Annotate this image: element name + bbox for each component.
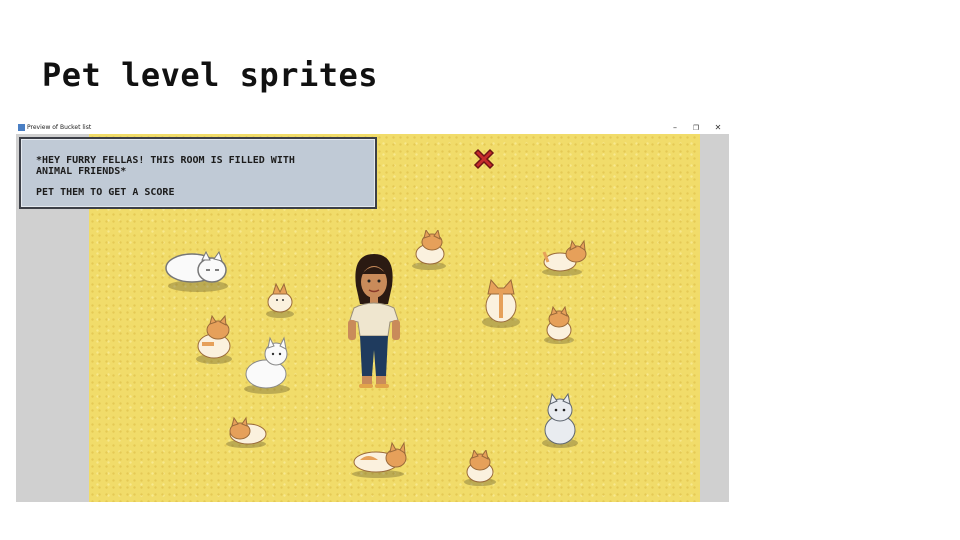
sprite-gray-dog-sitting[interactable] (538, 392, 582, 450)
dialog-line-3: PET THEM TO GET A SCORE (36, 187, 175, 198)
window-close-button[interactable]: ✕ (711, 122, 725, 134)
sprite-orange-cat-standing[interactable] (408, 230, 450, 272)
sprite-orange-cat-loaf[interactable] (222, 414, 270, 450)
maximize-button[interactable]: ❐ (689, 122, 703, 134)
sprite-orange-cat-back[interactable] (478, 274, 524, 330)
sprite-orange-cat-sitting[interactable] (262, 278, 298, 320)
dialog-box: *HEY FURRY FELLAS! THIS ROOM IS FILLED W… (19, 137, 377, 209)
slide-title: Pet level sprites (42, 56, 379, 94)
app-icon (18, 124, 25, 131)
sprite-orange-cat-small[interactable] (538, 238, 590, 278)
sprite-orange-cat-licking[interactable] (190, 314, 238, 366)
sprite-white-cat-lying[interactable] (162, 244, 234, 294)
dialog-line-1: *HEY FURRY FELLAS! THIS ROOM IS FILLED W… (36, 155, 295, 166)
minimize-button[interactable]: – (668, 122, 682, 134)
dialog-line-2: ANIMAL FRIENDS* (36, 166, 127, 177)
sprite-orange-cat-sitting-2[interactable] (540, 306, 578, 346)
player-avatar[interactable] (342, 250, 406, 392)
game-canvas[interactable]: *HEY FURRY FELLAS! THIS ROOM IS FILLED W… (16, 134, 729, 502)
red-x-icon[interactable] (471, 146, 497, 172)
sprite-orange-cat-lying[interactable] (346, 440, 410, 480)
preview-window: Preview of Bucket list – ❐ ✕ *HEY FURRY … (16, 122, 729, 502)
window-title: Preview of Bucket list (27, 124, 92, 131)
sprite-white-dog-sitting[interactable] (240, 336, 296, 396)
window-titlebar: Preview of Bucket list – ❐ ✕ (16, 122, 729, 134)
sprite-orange-cat-scratching[interactable] (460, 450, 500, 488)
